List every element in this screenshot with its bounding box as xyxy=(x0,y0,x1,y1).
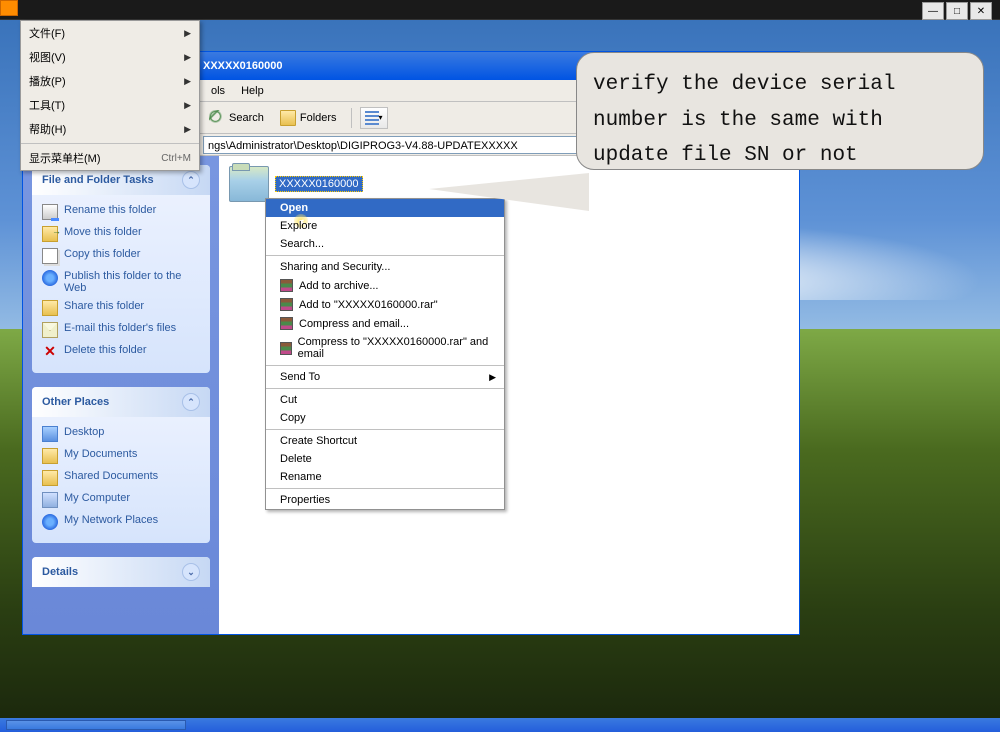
copy-icon xyxy=(42,248,58,264)
ctx-properties[interactable]: Properties xyxy=(266,491,504,509)
task-copy[interactable]: Copy this folder xyxy=(42,245,200,267)
details-panel: Details⌄ xyxy=(32,557,210,587)
chevron-right-icon: ▶ xyxy=(489,372,496,383)
ctx-create-shortcut[interactable]: Create Shortcut xyxy=(266,432,504,450)
chevron-up-icon: ⌃ xyxy=(182,171,200,189)
annotation-callout: verify the device serial number is the s… xyxy=(576,52,984,170)
folders-button[interactable]: Folders xyxy=(274,108,343,128)
place-mycomputer[interactable]: My Computer xyxy=(42,489,200,511)
ctx-compress-email[interactable]: Compress and email... xyxy=(266,314,504,333)
delete-icon: ✕ xyxy=(42,344,58,360)
player-logo-button[interactable] xyxy=(0,0,18,16)
rename-icon xyxy=(42,204,58,220)
task-share[interactable]: Share this folder xyxy=(42,297,200,319)
mydocs-icon xyxy=(42,448,58,464)
ctx-cut[interactable]: Cut xyxy=(266,391,504,409)
network-icon xyxy=(42,514,58,530)
player-menu-dropdown: 文件(F)▶ 视图(V)▶ 播放(P)▶ 工具(T)▶ 帮助(H)▶ 显示菜单栏… xyxy=(20,20,200,171)
chevron-down-icon: ⌄ xyxy=(182,563,200,581)
close-button[interactable]: ✕ xyxy=(970,2,992,20)
menu-play[interactable]: 播放(P)▶ xyxy=(21,69,199,93)
move-icon xyxy=(42,226,58,242)
menu-view[interactable]: 视图(V)▶ xyxy=(21,45,199,69)
views-icon xyxy=(365,111,379,125)
task-rename[interactable]: Rename this folder xyxy=(42,201,200,223)
menu-show-menubar[interactable]: 显示菜单栏(M)Ctrl+M xyxy=(21,146,199,170)
place-desktop[interactable]: Desktop xyxy=(42,423,200,445)
maximize-button[interactable]: □ xyxy=(946,2,968,20)
ctx-explore[interactable]: Explore xyxy=(266,217,504,235)
ctx-add-to[interactable]: Add to "XXXXX0160000.rar" xyxy=(266,295,504,314)
folder-item-selected[interactable]: XXXXX0160000 xyxy=(229,166,363,202)
ctx-delete[interactable]: Delete xyxy=(266,450,504,468)
explorer-side-panel: File and Folder Tasks⌃ Rename this folde… xyxy=(23,156,219,634)
search-icon xyxy=(209,110,225,126)
menu-help[interactable]: 帮助(H)▶ xyxy=(21,117,199,141)
menu-tools[interactable]: 工具(T)▶ xyxy=(21,93,199,117)
email-icon xyxy=(42,322,58,338)
mycomputer-icon xyxy=(42,492,58,508)
ctx-sharing[interactable]: Sharing and Security... xyxy=(266,258,504,276)
rar-icon xyxy=(280,298,293,311)
rar-icon xyxy=(280,279,293,292)
task-publish[interactable]: Publish this folder to the Web xyxy=(42,267,200,297)
ctx-send-to[interactable]: Send To▶ xyxy=(266,368,504,386)
place-mydocs[interactable]: My Documents xyxy=(42,445,200,467)
ctx-rename[interactable]: Rename xyxy=(266,468,504,486)
details-header[interactable]: Details⌄ xyxy=(32,557,210,587)
menu-tools-partial[interactable]: ols xyxy=(203,83,233,99)
minimize-button[interactable]: — xyxy=(922,2,944,20)
task-email[interactable]: E-mail this folder's files xyxy=(42,319,200,341)
folders-icon xyxy=(280,110,296,126)
desktop-icon xyxy=(42,426,58,442)
context-menu: Open ↖ Explore Search... Sharing and Sec… xyxy=(265,198,505,510)
place-network[interactable]: My Network Places xyxy=(42,511,200,533)
shared-icon xyxy=(42,470,58,486)
menu-file[interactable]: 文件(F)▶ xyxy=(21,21,199,45)
share-icon xyxy=(42,300,58,316)
menu-help[interactable]: Help xyxy=(233,83,272,99)
ctx-compress-to[interactable]: Compress to "XXXXX0160000.rar" and email xyxy=(266,333,504,363)
file-folder-tasks-panel: File and Folder Tasks⌃ Rename this folde… xyxy=(32,165,210,373)
other-places-header[interactable]: Other Places⌃ xyxy=(32,387,210,417)
place-shared[interactable]: Shared Documents xyxy=(42,467,200,489)
window-title: XXXXX0160000 xyxy=(203,60,283,72)
taskbar[interactable] xyxy=(0,718,1000,732)
ctx-copy[interactable]: Copy xyxy=(266,409,504,427)
search-button[interactable]: Search xyxy=(203,108,270,128)
rar-icon xyxy=(280,342,292,355)
task-move[interactable]: Move this folder xyxy=(42,223,200,245)
chevron-up-icon: ⌃ xyxy=(182,393,200,411)
other-places-panel: Other Places⌃ Desktop My Documents Share… xyxy=(32,387,210,543)
ctx-search[interactable]: Search... xyxy=(266,235,504,253)
rar-icon xyxy=(280,317,293,330)
player-top-bar: ⠿ xyxy=(0,0,1000,20)
task-delete[interactable]: ✕Delete this folder xyxy=(42,341,200,363)
folder-label: XXXXX0160000 xyxy=(275,176,363,192)
views-button[interactable]: ▾ xyxy=(360,107,388,129)
window-controls: — □ ✕ xyxy=(922,2,992,20)
taskbar-item[interactable] xyxy=(6,720,186,730)
folder-icon xyxy=(229,166,269,202)
publish-icon xyxy=(42,270,58,286)
ctx-add-archive[interactable]: Add to archive... xyxy=(266,276,504,295)
